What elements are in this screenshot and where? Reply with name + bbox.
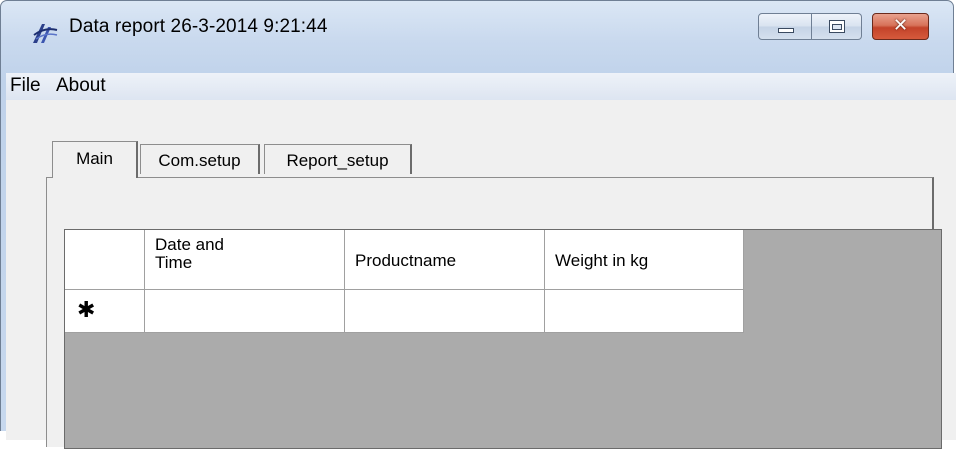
- cell-productname[interactable]: [345, 290, 545, 333]
- window-title: Data report 26-3-2014 9:21:44: [69, 16, 328, 37]
- data-grid[interactable]: Date and Time Productname Weight in kg ✱: [64, 229, 942, 449]
- minimize-button[interactable]: [758, 13, 812, 40]
- cell-date-time[interactable]: [145, 290, 345, 333]
- grid-corner-cell[interactable]: [65, 230, 145, 290]
- close-icon: ✕: [892, 15, 909, 36]
- column-header-productname[interactable]: Productname: [345, 230, 545, 290]
- title-bar[interactable]: Data report 26-3-2014 9:21:44 ✕: [1, 1, 953, 43]
- column-header-weight[interactable]: Weight in kg: [545, 230, 744, 290]
- column-header-label: Date and Time: [155, 235, 224, 272]
- menu-file[interactable]: File: [10, 75, 41, 97]
- client-area: Main Com.setup Report_setup Date and Tim…: [6, 100, 956, 449]
- grid-header-row: Date and Time Productname Weight in kg: [65, 230, 744, 290]
- menu-bar: File About: [6, 73, 956, 100]
- maximize-button[interactable]: [812, 13, 862, 40]
- column-header-label: Weight in kg: [555, 251, 649, 270]
- row-header-cell[interactable]: ✱: [65, 290, 145, 333]
- minimize-icon: [778, 28, 794, 33]
- menu-about[interactable]: About: [56, 75, 106, 97]
- tab-report-setup[interactable]: Report_setup: [264, 144, 412, 174]
- column-header-label: Productname: [355, 251, 457, 270]
- tab-main[interactable]: Main: [52, 141, 138, 178]
- new-row-icon: ✱: [77, 298, 96, 323]
- tab-com-setup[interactable]: Com.setup: [140, 144, 260, 174]
- cell-weight[interactable]: [545, 290, 744, 333]
- maximize-icon: [829, 20, 845, 33]
- new-row: ✱: [65, 290, 744, 333]
- close-button[interactable]: ✕: [872, 13, 929, 40]
- app-logo-icon: [33, 24, 58, 43]
- column-header-date-time[interactable]: Date and Time: [145, 230, 345, 290]
